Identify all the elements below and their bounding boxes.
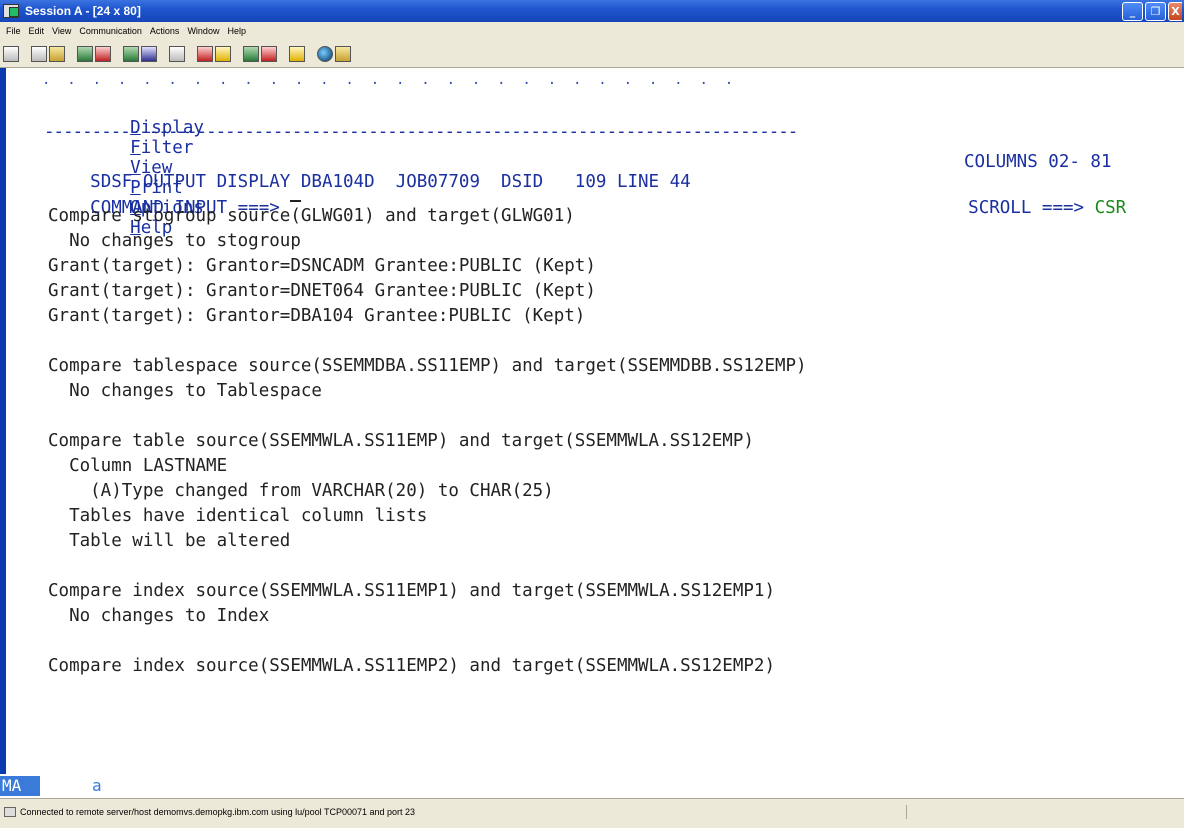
output-line: Compare stogroup source(GLWG01) and targ…	[48, 206, 575, 226]
output-line: Tables have identical column lists	[48, 506, 428, 526]
color-icon[interactable]	[141, 45, 157, 62]
menu-view[interactable]: View	[48, 26, 75, 36]
output-line: Compare table source(SSEMMWLA.SS11EMP) a…	[48, 431, 754, 451]
menu-dots: . . . . . . . . . . . . . . . . . . . . …	[42, 72, 734, 88]
scroll-input[interactable]: CSR	[1095, 198, 1127, 218]
receive-file-icon[interactable]	[95, 45, 111, 62]
minimize-button[interactable]: _	[1122, 2, 1143, 21]
output-line: No changes to stogroup	[48, 231, 301, 251]
output-line: No changes to Tablespace	[48, 381, 322, 401]
output-line: Grant(target): Grantor=DSNCADM Grantee:P…	[48, 256, 596, 276]
title-bar: Session A - [24 x 80] _ ❐ X	[0, 0, 1184, 22]
menu-bar: File Edit View Communication Actions Win…	[0, 22, 1184, 40]
menu-help[interactable]: Help	[223, 26, 250, 36]
menu-edit[interactable]: Edit	[25, 26, 49, 36]
menu-window[interactable]: Window	[183, 26, 223, 36]
send-file-icon[interactable]	[77, 45, 93, 62]
terminal-screen[interactable]: . . . . . . . . . . . . . . . . . . . . …	[0, 68, 1184, 774]
terminal-left-edge	[0, 68, 10, 774]
output-line: Column LASTNAME	[48, 456, 228, 476]
copy-icon[interactable]	[31, 45, 47, 62]
menu-file[interactable]: File	[2, 26, 25, 36]
connection-icon	[4, 807, 16, 817]
settings-icon[interactable]	[169, 45, 185, 62]
playback-macro-icon[interactable]	[215, 45, 231, 62]
separator-line: ----------------------------------------…	[44, 122, 798, 142]
close-button[interactable]: X	[1168, 2, 1182, 21]
scroll-field: SCROLL ===> CSR	[926, 178, 1126, 238]
command-input[interactable]	[290, 200, 302, 202]
connection-status: Connected to remote server/host demomvs.…	[20, 807, 416, 817]
print-screen-icon[interactable]	[3, 45, 19, 62]
edit-tool-icon[interactable]	[335, 45, 351, 62]
output-line: Grant(target): Grantor=DBA104 Grantee:PU…	[48, 306, 586, 326]
output-line: Grant(target): Grantor=DNET064 Grantee:P…	[48, 281, 596, 301]
macro-run-icon[interactable]	[243, 45, 259, 62]
output-line: No changes to Index	[48, 606, 270, 626]
display-icon[interactable]	[123, 45, 139, 62]
window-title: Session A - [24 x 80]	[25, 4, 141, 18]
toolbar	[0, 40, 1184, 68]
operator-info-area: MA a	[0, 774, 1184, 798]
output-line: Compare index source(SSEMMWLA.SS11EMP1) …	[48, 581, 775, 601]
paste-icon[interactable]	[49, 45, 65, 62]
macro-stop-icon[interactable]	[261, 45, 277, 62]
session-letter: a	[92, 776, 102, 795]
status-bar: Connected to remote server/host demomvs.…	[0, 798, 1184, 828]
output-line: Compare index source(SSEMMWLA.SS11EMP2) …	[48, 656, 775, 676]
globe-icon[interactable]	[317, 45, 333, 62]
menu-actions[interactable]: Actions	[146, 26, 184, 36]
session-app-icon[interactable]	[3, 4, 19, 18]
restore-button[interactable]: ❐	[1145, 2, 1166, 21]
columns-info: COLUMNS 02- 81	[964, 152, 1112, 172]
clipboard-icon[interactable]	[289, 45, 305, 62]
output-line: Compare tablespace source(SSEMMDBA.SS11E…	[48, 356, 807, 376]
menu-communication[interactable]: Communication	[75, 26, 146, 36]
output-line: Table will be altered	[48, 531, 291, 551]
status-divider	[906, 805, 907, 819]
window-controls: _ ❐ X	[1122, 2, 1182, 21]
scroll-label: SCROLL ===>	[968, 198, 1085, 218]
record-macro-icon[interactable]	[197, 45, 213, 62]
session-indicator: MA	[0, 776, 40, 796]
output-line: (A)Type changed from VARCHAR(20) to CHAR…	[48, 481, 554, 501]
